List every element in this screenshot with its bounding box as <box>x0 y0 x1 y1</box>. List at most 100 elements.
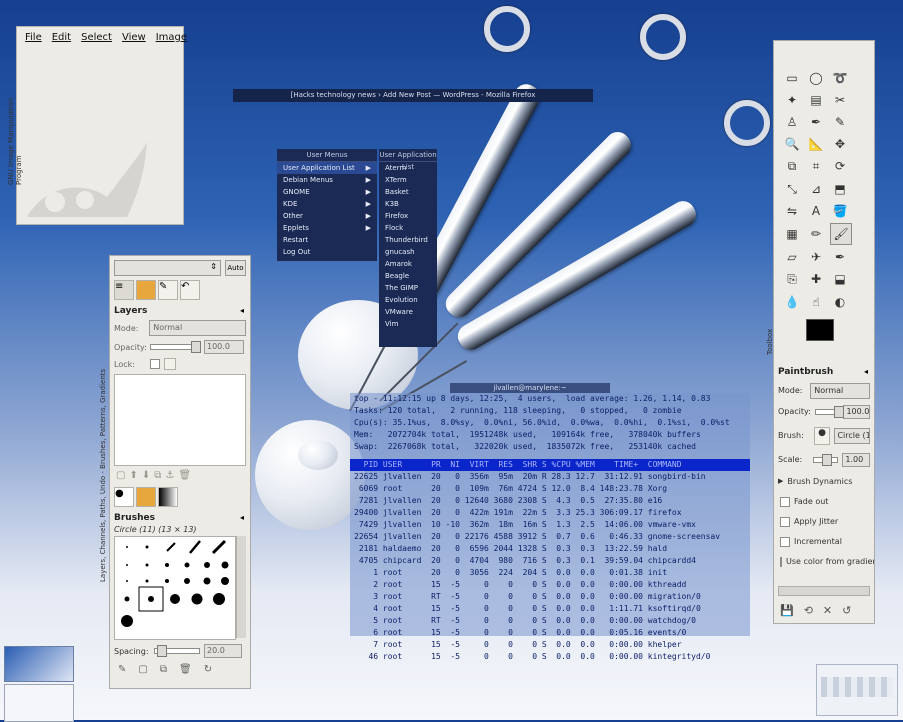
eraser-icon[interactable]: ▱ <box>782 247 802 267</box>
expander-arrow-icon[interactable]: ▶ <box>778 477 783 485</box>
app-list-item[interactable]: Basket <box>379 186 437 198</box>
user-menu-item[interactable]: KDE ▶ <box>277 198 377 210</box>
app-list-item[interactable]: K3B <box>379 198 437 210</box>
user-menu-item[interactable]: Restart <box>277 234 377 246</box>
delete-layer-icon[interactable]: 🗑 <box>178 470 191 481</box>
bucket-fill-icon[interactable]: 🪣 <box>830 201 850 221</box>
tool-option-checkbox[interactable] <box>780 496 790 507</box>
menu-file[interactable]: File <box>25 32 42 43</box>
paint-opacity-field[interactable]: 100.0 <box>843 404 870 419</box>
app-list-item[interactable]: Thunderbird <box>379 234 437 246</box>
layer-opacity-slider[interactable] <box>150 341 201 353</box>
paint-scale-slider[interactable] <box>812 453 839 466</box>
user-menu-item[interactable]: Log Out <box>277 246 377 258</box>
shear-icon[interactable]: ⊿ <box>806 179 826 199</box>
dock-menu-icon[interactable]: ◂ <box>240 306 244 316</box>
heal-icon[interactable]: ✚ <box>806 269 826 289</box>
move-icon[interactable]: ✥ <box>830 134 850 154</box>
menu-edit[interactable]: Edit <box>52 32 71 43</box>
perspective-icon[interactable]: ⬒ <box>830 179 850 199</box>
delete-options-icon[interactable]: ✕ <box>823 604 832 617</box>
brush-spacing-thumb[interactable] <box>157 645 167 657</box>
raise-layer-icon[interactable]: ⬆ <box>129 470 137 481</box>
crop-icon[interactable]: ⌗ <box>806 157 826 177</box>
ellipse-select-icon[interactable]: ◯ <box>806 68 826 88</box>
brush-grid[interactable] <box>114 536 236 640</box>
paint-opacity-slider[interactable] <box>814 405 844 418</box>
duplicate-brush-icon[interactable]: ⧉ <box>160 664 167 675</box>
tool-option-checkbox[interactable] <box>780 536 790 547</box>
convolve-icon[interactable]: 💧 <box>782 292 802 312</box>
text-icon[interactable]: A <box>806 201 826 221</box>
foreground-select-icon[interactable]: ♙ <box>782 112 802 132</box>
app-list-item[interactable]: Aterm <box>379 162 437 174</box>
app-list-item[interactable]: VMware <box>379 306 437 318</box>
layer-opacity-field[interactable]: 100.0 <box>204 340 244 354</box>
paintbrush-icon[interactable]: 🖌 <box>830 223 852 245</box>
rotate-icon[interactable]: ⟳ <box>830 156 850 176</box>
user-menu-item[interactable]: Epplets ▶ <box>277 222 377 234</box>
paint-scale-field[interactable]: 1.00 <box>842 452 870 467</box>
app-list-item[interactable]: Amarok <box>379 258 437 270</box>
app-list-item[interactable]: Evolution <box>379 294 437 306</box>
tool-options-menu-icon[interactable]: ◂ <box>864 367 868 377</box>
user-menu-item[interactable]: GNOME ▶ <box>277 186 377 198</box>
flip-icon[interactable]: ⇋ <box>782 201 802 221</box>
app-list-item[interactable]: The GIMP <box>379 282 437 294</box>
brushes-tab-icon[interactable]: ● <box>114 487 134 507</box>
paint-scale-thumb[interactable] <box>821 453 832 466</box>
tool-options-hscrollbar[interactable] <box>778 585 870 596</box>
user-menu-item[interactable]: Debian Menus ▶ <box>277 174 377 186</box>
terminal-title[interactable]: jlvallen@marylene:~ <box>450 383 610 393</box>
paths-tab-icon[interactable]: ✎ <box>158 280 178 300</box>
app-list-item[interactable]: gnucash <box>379 246 437 258</box>
fuzzy-select-icon[interactable]: ✦ <box>782 90 802 110</box>
new-layer-icon[interactable]: ▢ <box>116 470 125 481</box>
align-icon[interactable]: ⧉ <box>782 157 802 177</box>
gimp-image-window[interactable]: File Edit Select View Image <box>16 26 187 225</box>
menu-select[interactable]: Select <box>81 32 112 43</box>
brush-spacing-field[interactable]: 20.0 <box>204 644 242 658</box>
color-picker-icon[interactable]: ✎ <box>830 112 850 132</box>
desktop-pager-2[interactable] <box>4 684 74 722</box>
paths-icon[interactable]: ✒ <box>806 112 826 132</box>
free-select-icon[interactable]: ➰ <box>830 68 850 88</box>
reset-options-icon[interactable]: ↺ <box>842 604 851 617</box>
brush-grid-scrollbar[interactable] <box>236 536 246 638</box>
ink-icon[interactable]: ✒ <box>830 247 850 267</box>
brush-dynamics-label[interactable]: Brush Dynamics <box>787 477 852 486</box>
clone-icon[interactable]: ⎘ <box>782 270 802 290</box>
delete-brush-icon[interactable]: 🗑 <box>179 664 192 675</box>
channels-tab-icon[interactable] <box>136 280 156 300</box>
menu-view[interactable]: View <box>122 32 146 43</box>
firefox-window-title[interactable]: [Hacks technology news › Add New Post — … <box>233 89 593 102</box>
refresh-brushes-icon[interactable]: ↻ <box>204 664 212 675</box>
layer-opacity-thumb[interactable] <box>191 341 201 353</box>
paint-brush-preview[interactable]: ● <box>813 426 831 445</box>
app-list-item[interactable]: Vim <box>379 318 437 330</box>
anchor-layer-icon[interactable]: ⚓ <box>165 470 174 481</box>
brush-spacing-slider[interactable] <box>154 645 200 657</box>
paint-mode-select[interactable]: Normal <box>810 382 870 399</box>
user-menu-item[interactable]: Other ▶ <box>277 210 377 222</box>
gradients-tab-icon[interactable] <box>158 487 178 507</box>
zoom-icon[interactable]: 🔍 <box>782 134 802 154</box>
brushes-menu-icon[interactable]: ◂ <box>240 513 244 523</box>
lower-layer-icon[interactable]: ⬇ <box>142 470 150 481</box>
user-menu-item[interactable]: User Application List ▶ <box>277 162 377 174</box>
blend-icon[interactable]: ▦ <box>782 224 802 244</box>
foreground-color-swatch[interactable] <box>806 318 834 341</box>
dodge-burn-icon[interactable]: ◐ <box>830 292 850 312</box>
app-list-item[interactable]: Flock <box>379 222 437 234</box>
image-selector-combo[interactable]: ⇕ <box>114 260 221 276</box>
layer-mode-select[interactable]: Normal <box>149 320 246 336</box>
app-list-item[interactable]: Beagle <box>379 270 437 282</box>
rect-select-icon[interactable]: ▭ <box>782 68 802 88</box>
smudge-icon[interactable]: ☝ <box>806 292 826 312</box>
new-brush-icon[interactable]: ▢ <box>138 664 147 675</box>
patterns-tab-icon[interactable] <box>136 487 156 507</box>
undo-tab-icon[interactable]: ↶ <box>180 280 200 300</box>
perspective-clone-icon[interactable]: ⬓ <box>830 269 850 289</box>
restore-options-icon[interactable]: ⟲ <box>804 604 813 617</box>
scale-icon[interactable]: ⤡ <box>782 179 802 199</box>
